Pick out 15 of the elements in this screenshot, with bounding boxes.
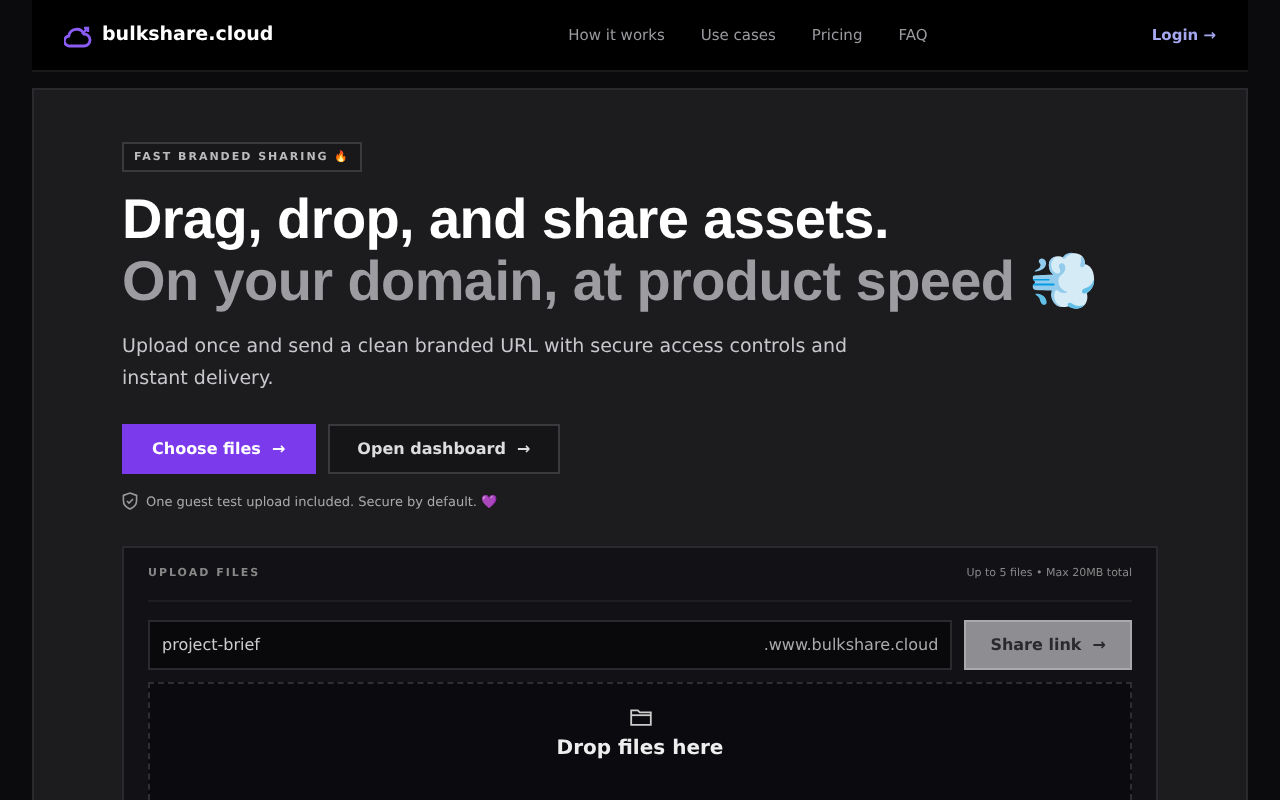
drop-text: Drop files here: [556, 738, 724, 760]
drop-zone[interactable]: Drop files here: [148, 682, 1132, 800]
shield-check-icon: [122, 492, 138, 510]
hero-subtitle: On your domain, at product speed 💨: [122, 250, 1101, 312]
link-name-field[interactable]: project-brief .www.bulkshare.cloud: [148, 620, 953, 670]
domain-suffix: .www.bulkshare.cloud: [763, 636, 939, 654]
choose-files-button[interactable]: Choose files →: [122, 424, 316, 474]
hero-description: Upload once and send a clean branded URL with secure access controls and instant delivery.: [122, 334, 850, 394]
link-name-input[interactable]: project-brief: [162, 636, 764, 654]
share-link-button[interactable]: Share link →: [964, 620, 1132, 670]
dashboard-button[interactable]: Open dashboard →: [327, 424, 561, 474]
hero-title: Drag, drop, and share assets.: [122, 188, 891, 250]
brand-name[interactable]: bulkshare.cloud: [102, 24, 274, 46]
cloud-logo-icon: [64, 23, 92, 47]
folder-icon: [629, 708, 651, 726]
